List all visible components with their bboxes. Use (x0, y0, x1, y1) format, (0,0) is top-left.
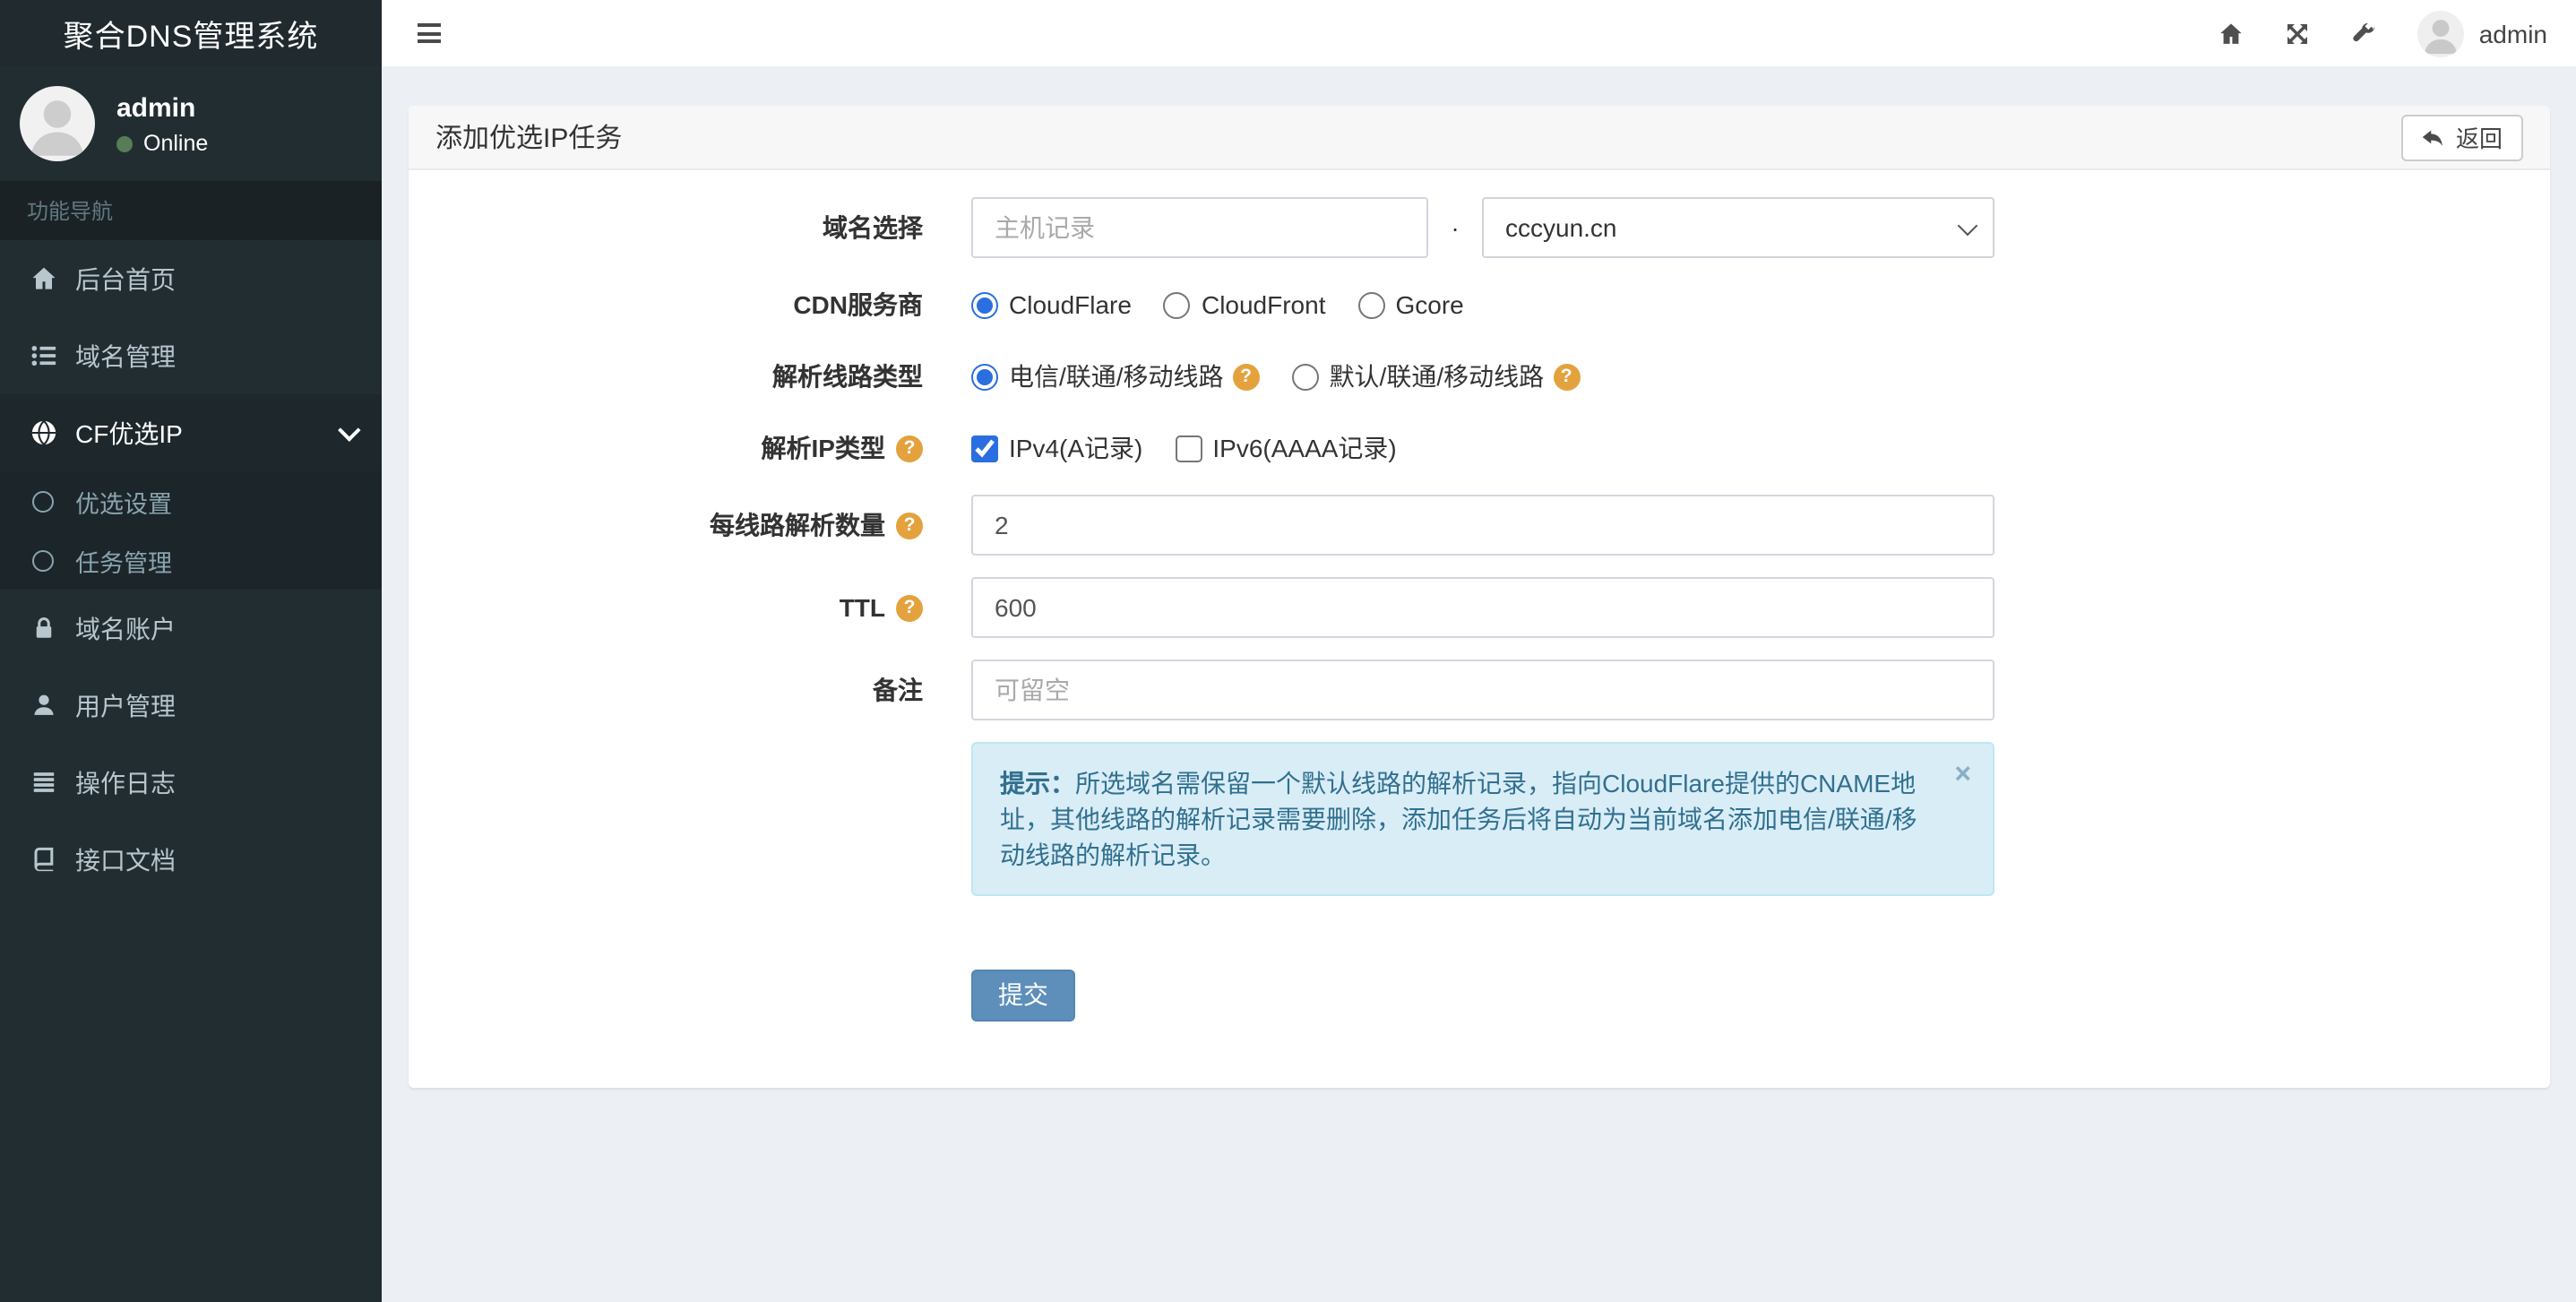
sidebar-item-label: 接口文档 (75, 845, 176, 874)
sidebar-user-panel: admin Online (0, 66, 382, 181)
ip-type-option-ipv4[interactable]: IPv4(A记录) (971, 430, 1142, 466)
add-task-panel: 添加优选IP任务 返回 域名选择 · (409, 106, 2549, 1088)
chevron-down-icon (338, 418, 361, 442)
circle-o-icon (27, 549, 59, 571)
sidebar-toggle-button[interactable] (418, 23, 441, 43)
topbar: admin (382, 0, 2576, 66)
field-label-ip-type: 解析IP类型 ? (435, 430, 923, 466)
reply-arrow-icon (2423, 129, 2443, 145)
app-title: 聚合DNS管理系统 (0, 0, 382, 66)
circle-o-icon (27, 490, 59, 512)
topbar-user-label: admin (2478, 19, 2547, 47)
log-list-icon (27, 769, 59, 796)
lock-icon (27, 615, 59, 642)
field-label-line-type: 解析线路类型 (772, 362, 923, 391)
globe-icon (27, 419, 59, 446)
sidebar-item-cf-ip[interactable]: CF优选IP (0, 394, 382, 471)
sidebar-item-label: CF优选IP (75, 418, 183, 447)
panel-heading: 添加优选IP任务 返回 (409, 106, 2549, 170)
sidebar-item-label: 用户管理 (75, 691, 176, 720)
help-question-icon[interactable]: ? (896, 594, 923, 621)
user-name: admin (116, 93, 196, 124)
user-status: Online (116, 131, 208, 156)
app-window: 聚合DNS管理系统 admin Online 功能导航 后台首页 域名管理 CF… (0, 0, 2576, 1302)
help-question-icon[interactable]: ? (1232, 363, 1260, 390)
domain-select-wrap: cccyun.cn (1482, 197, 1994, 258)
help-question-icon[interactable]: ? (896, 435, 923, 461)
sidebar-item-domain-accounts[interactable]: 域名账户 (0, 590, 382, 667)
sidebar-nav-header: 功能导航 (0, 181, 382, 240)
domain-separator: · (1451, 213, 1460, 242)
book-icon (27, 846, 59, 873)
settings-wrench-icon[interactable] (2352, 21, 2377, 46)
ip-type-option-ipv6[interactable]: IPv6(AAAA记录) (1175, 430, 1397, 466)
sidebar-item-dashboard[interactable]: 后台首页 (0, 240, 382, 317)
sidebar-item-preferred-settings[interactable]: 优选设置 (0, 471, 382, 530)
fullscreen-icon[interactable] (2286, 21, 2311, 46)
submit-button[interactable]: 提交 (971, 969, 1075, 1021)
info-alert-prefix: 提示： (1000, 769, 1075, 798)
sidebar-submenu: 优选设置 任务管理 (0, 471, 382, 590)
domain-select[interactable]: cccyun.cn (1482, 197, 1994, 258)
field-label-cdn-provider: CDN服务商 (793, 290, 923, 319)
back-button[interactable]: 返回 (2401, 114, 2522, 160)
records-per-line-input[interactable] (971, 495, 1994, 556)
user-status-label: Online (143, 131, 209, 156)
avatar (20, 86, 95, 161)
topbar-user-menu[interactable]: admin (2417, 10, 2547, 56)
help-question-icon[interactable]: ? (896, 512, 923, 539)
avatar (2417, 10, 2465, 56)
sidebar-item-operation-logs[interactable]: 操作日志 (0, 744, 382, 821)
content-area: 添加优选IP任务 返回 域名选择 · (382, 66, 2576, 1302)
online-status-icon (116, 135, 133, 151)
sidebar-item-label: 操作日志 (75, 768, 176, 797)
sidebar-item-label: 域名账户 (75, 614, 176, 642)
sidebar-item-label: 优选设置 (75, 490, 172, 517)
field-label-ttl: TTL ? (435, 593, 923, 622)
sidebar-item-domains[interactable]: 域名管理 (0, 317, 382, 394)
ttl-input[interactable] (971, 577, 1994, 638)
sidebar-item-label: 域名管理 (75, 341, 176, 370)
cdn-option-cloudflare[interactable]: CloudFlare (971, 290, 1132, 319)
home-icon[interactable] (2219, 21, 2244, 46)
line-type-option-default[interactable]: 默认/联通/移动线路 ? (1291, 358, 1581, 394)
remark-input[interactable] (971, 660, 1994, 720)
sidebar-item-api-docs[interactable]: 接口文档 (0, 821, 382, 898)
close-icon[interactable]: × (1954, 761, 1971, 790)
add-task-form: 域名选择 · cccyun.cn (409, 170, 2549, 1088)
sidebar-item-label: 后台首页 (75, 264, 176, 293)
list-ul-icon (27, 342, 59, 369)
sidebar-menu: 后台首页 域名管理 CF优选IP 优选设置 任务管理 域名账户 用户管理 操作日… (0, 240, 382, 898)
page-title: 添加优选IP任务 (435, 124, 623, 154)
line-type-option-isp[interactable]: 电信/联通/移动线路 ? (971, 358, 1260, 394)
sidebar-item-user-management[interactable]: 用户管理 (0, 667, 382, 744)
sidebar-item-task-management[interactable]: 任务管理 (0, 530, 382, 590)
sidebar-group-cf-ip: CF优选IP 优选设置 任务管理 (0, 394, 382, 590)
host-record-input[interactable] (971, 197, 1428, 258)
field-label-domain: 域名选择 (823, 213, 923, 242)
field-label-records-per-line: 每线路解析数量 ? (435, 507, 923, 543)
info-alert-text: 所选域名需保留一个默认线路的解析记录，指向CloudFlare提供的CNAME地… (1000, 769, 1917, 869)
info-alert: 提示：所选域名需保留一个默认线路的解析记录，指向CloudFlare提供的CNA… (971, 742, 1994, 896)
sidebar: 聚合DNS管理系统 admin Online 功能导航 后台首页 域名管理 CF… (0, 0, 382, 1302)
sidebar-item-label: 任务管理 (75, 549, 172, 576)
back-button-label: 返回 (2455, 125, 2503, 152)
help-question-icon[interactable]: ? (1553, 363, 1581, 390)
cdn-option-cloudfront[interactable]: CloudFront (1163, 290, 1326, 319)
home-icon (27, 265, 59, 292)
main-area: admin 添加优选IP任务 返回 域名选择 主机记录 · cccyun.cn … (382, 0, 2576, 1302)
user-icon (27, 692, 59, 719)
cdn-option-gcore[interactable]: Gcore (1357, 290, 1464, 319)
field-label-remark: 备注 (873, 676, 923, 704)
